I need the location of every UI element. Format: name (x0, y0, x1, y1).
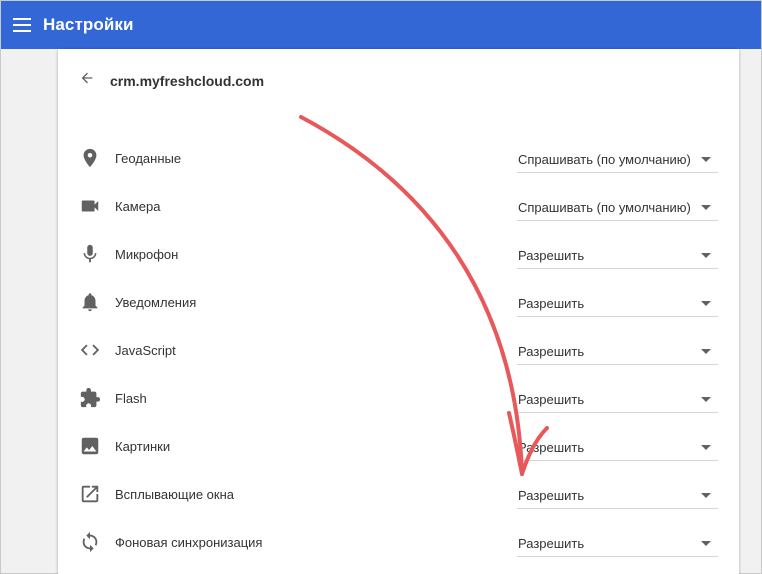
permission-label: Камера (115, 199, 161, 214)
permission-label: Flash (115, 391, 147, 406)
site-settings-card: crm.myfreshcloud.com Геоданные Спрашиват… (58, 49, 739, 574)
permission-row-camera: Камера Спрашивать (по умолчанию) (58, 182, 739, 230)
dropdown-caret-icon (701, 493, 711, 498)
permission-select-microphone[interactable]: Разрешить (517, 240, 718, 269)
page-title: Настройки (43, 15, 134, 34)
open-in-new-icon (79, 483, 101, 505)
dropdown-caret-icon (701, 301, 711, 306)
permission-select-images[interactable]: Разрешить (517, 432, 718, 461)
select-value: Спрашивать (по умолчанию) (518, 200, 691, 215)
permission-select-flash[interactable]: Разрешить (517, 384, 718, 413)
select-value: Разрешить (518, 296, 585, 311)
app-header: Настройки (1, 1, 761, 49)
permission-label: Всплывающие окна (115, 487, 235, 502)
permission-row-notifications: Уведомления Разрешить (58, 278, 739, 326)
puzzle-icon (79, 387, 101, 409)
permission-label: JavaScript (115, 343, 176, 358)
hamburger-menu-icon[interactable] (13, 18, 31, 32)
permission-select-camera[interactable]: Спрашивать (по умолчанию) (517, 192, 718, 221)
select-value: Разрешить (518, 536, 585, 551)
permission-row-location: Геоданные Спрашивать (по умолчанию) (58, 134, 739, 182)
select-value: Разрешить (518, 440, 585, 455)
permission-label: Фоновая синхронизация (115, 535, 263, 550)
permission-label: Уведомления (115, 295, 197, 310)
dropdown-caret-icon (701, 253, 711, 258)
camera-icon (79, 195, 101, 217)
permission-row-images: Картинки Разрешить (58, 422, 739, 470)
permission-row-flash: Flash Разрешить (58, 374, 739, 422)
permission-row-popups: Всплывающие окна Разрешить (58, 470, 739, 518)
permission-row-background-sync: Фоновая синхронизация Разрешить (58, 518, 739, 566)
sync-icon (79, 531, 101, 553)
permission-label: Микрофон (115, 247, 179, 262)
permission-select-location[interactable]: Спрашивать (по умолчанию) (517, 144, 718, 173)
permission-row-javascript: JavaScript Разрешить (58, 326, 739, 374)
select-value: Разрешить (518, 488, 585, 503)
dropdown-caret-icon (701, 157, 711, 162)
select-value: Разрешить (518, 392, 585, 407)
select-value: Разрешить (518, 344, 585, 359)
site-header: crm.myfreshcloud.com (58, 49, 739, 111)
permission-select-background-sync[interactable]: Разрешить (517, 528, 718, 557)
dropdown-caret-icon (701, 445, 711, 450)
permission-select-notifications[interactable]: Разрешить (517, 288, 718, 317)
permission-label: Геоданные (115, 151, 182, 166)
microphone-icon (79, 243, 101, 265)
permission-label: Картинки (115, 439, 171, 454)
image-icon (79, 435, 101, 457)
arrow-back-icon[interactable] (79, 70, 95, 86)
dropdown-caret-icon (701, 349, 711, 354)
dropdown-caret-icon (701, 541, 711, 546)
permission-row-microphone: Микрофон Разрешить (58, 230, 739, 278)
select-value: Разрешить (518, 248, 585, 263)
location-pin-icon (79, 147, 101, 169)
permission-select-javascript[interactable]: Разрешить (517, 336, 718, 365)
bell-icon (79, 291, 101, 313)
code-icon (79, 339, 101, 361)
permission-select-popups[interactable]: Разрешить (517, 480, 718, 509)
dropdown-caret-icon (701, 397, 711, 402)
dropdown-caret-icon (701, 205, 711, 210)
select-value: Спрашивать (по умолчанию) (518, 152, 691, 167)
site-name: crm.myfreshcloud.com (110, 73, 265, 89)
